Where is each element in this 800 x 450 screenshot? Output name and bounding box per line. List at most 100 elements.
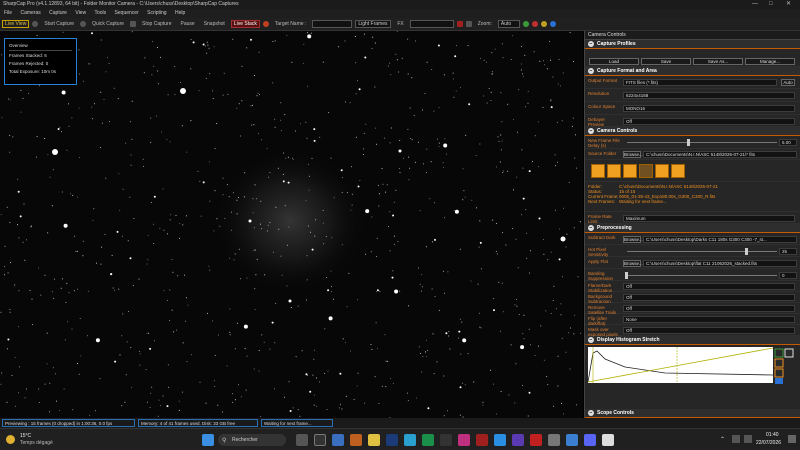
live-stack-button[interactable]: Live Stack — [230, 20, 260, 28]
menu-capture[interactable]: Capture — [49, 10, 67, 16]
app-icon-9[interactable] — [566, 434, 578, 446]
pin-icon[interactable] — [549, 21, 556, 27]
discord-icon[interactable] — [584, 434, 596, 446]
save-as-button[interactable]: Save As... — [693, 58, 743, 65]
background-select[interactable]: Off — [623, 294, 795, 301]
stop-capture-button[interactable]: Stop Capture — [139, 20, 174, 28]
load-button[interactable]: Load — [589, 58, 639, 65]
banding-slider[interactable] — [627, 275, 777, 276]
temperature[interactable]: 15°C — [20, 433, 31, 439]
save-button[interactable]: Save — [641, 58, 691, 65]
tray-chevron-icon[interactable]: ⌃ — [720, 436, 725, 443]
auto-stretch-icon[interactable] — [774, 358, 784, 368]
camera-controls-header[interactable]: − Camera Controls — [585, 127, 800, 136]
source-folder-input[interactable]: C:\chuss\Documents\N.I.N\ASC 5148\2026-0… — [643, 151, 797, 158]
clock-time[interactable]: 01:40 — [766, 432, 779, 438]
fx-select[interactable] — [409, 20, 454, 28]
menu-file[interactable]: File — [4, 10, 12, 16]
menu-sequencer[interactable]: Sequencer — [115, 10, 139, 16]
flat-dark-select[interactable]: Off — [623, 283, 795, 290]
quick-capture-button[interactable]: Quick Capture — [89, 20, 127, 28]
apply-flat-browse-button[interactable]: Browse... — [623, 260, 643, 267]
app-icon-5[interactable] — [476, 434, 488, 446]
mask-select[interactable]: Off — [623, 327, 795, 334]
color-icon[interactable] — [531, 21, 538, 27]
edge-icon[interactable] — [422, 434, 434, 446]
auto-button[interactable]: Auto — [781, 79, 795, 86]
menu-scripting[interactable]: Scripting — [147, 10, 166, 16]
menu-view[interactable]: View — [75, 10, 86, 16]
histogram-chart[interactable] — [585, 345, 800, 387]
manage-button[interactable]: Manage... — [745, 58, 795, 65]
app-icon-2[interactable] — [404, 434, 416, 446]
start-capture-button[interactable]: Start Capture — [41, 20, 77, 28]
app-icon-4[interactable] — [458, 434, 470, 446]
reticle-icon[interactable] — [456, 21, 463, 27]
debayer-select[interactable]: Off — [623, 118, 795, 125]
snapshot-button[interactable]: Snapshot — [201, 20, 228, 28]
hot-pixel-value[interactable]: 25 — [779, 248, 797, 255]
preprocessing-header[interactable]: − Preprocessing — [585, 224, 800, 233]
capture-format-header[interactable]: − Capture Format and Area — [585, 67, 800, 76]
pause-button[interactable]: Pause — [178, 20, 198, 28]
delay-slider-thumb[interactable] — [687, 139, 690, 146]
search-box[interactable]: Rechercher — [218, 434, 286, 446]
menu-tools[interactable]: Tools — [94, 10, 106, 16]
reset-icon[interactable] — [784, 348, 794, 358]
app-icon-1[interactable] — [350, 434, 362, 446]
satellite-select[interactable]: Off — [623, 305, 795, 312]
play-icon[interactable] — [655, 164, 669, 178]
app-icon-7[interactable] — [512, 434, 524, 446]
scope-controls-header[interactable]: − Scope Controls — [585, 409, 800, 418]
apply-flat-input[interactable]: C:\Users\chuss\Desktop\flat C11 21062026… — [643, 260, 797, 267]
settings-icon[interactable] — [774, 368, 784, 378]
hot-pixel-thumb[interactable] — [745, 248, 748, 255]
hot-pixel-slider[interactable] — [627, 251, 777, 252]
sharpcap-icon[interactable] — [548, 434, 560, 446]
replay-icon[interactable] — [639, 164, 653, 178]
file-explorer-icon[interactable] — [368, 434, 380, 446]
subtract-dark-browse-button[interactable]: Browse... — [623, 236, 643, 243]
widgets-icon[interactable] — [296, 434, 308, 446]
zoom-select[interactable]: Auto — [497, 20, 520, 28]
close-icon[interactable]: ✕ — [786, 0, 791, 9]
histogram-icon[interactable] — [522, 21, 529, 27]
rewind-icon[interactable] — [591, 164, 605, 178]
subtract-dark-input[interactable]: C:\Users\chuss\Desktop\Darks C11 180s G3… — [643, 236, 797, 243]
browse-button[interactable]: Browse... — [623, 151, 643, 158]
previous-icon[interactable] — [607, 164, 621, 178]
delay-slider-track[interactable] — [627, 142, 777, 143]
histogram-header[interactable]: − Display Histogram Stretch — [585, 336, 800, 345]
weather-text[interactable]: Temps dégagé — [20, 440, 53, 446]
task-view-icon[interactable] — [314, 434, 326, 446]
focus-icon[interactable] — [465, 21, 472, 27]
output-format-select[interactable]: FITS files (*.fits) — [623, 79, 777, 86]
volume-icon[interactable] — [744, 435, 752, 443]
start-icon[interactable] — [202, 434, 214, 446]
image-viewer[interactable] — [0, 31, 583, 418]
teams-icon[interactable] — [332, 434, 344, 446]
photoshop-icon[interactable] — [386, 434, 398, 446]
app-icon-3[interactable] — [440, 434, 452, 446]
frame-type-select[interactable]: Light Frames — [355, 20, 392, 28]
banding-value[interactable]: 0 — [779, 272, 797, 279]
maximize-icon[interactable]: □ — [769, 0, 773, 9]
pause-icon[interactable] — [623, 164, 637, 178]
flip-select[interactable]: None — [623, 316, 795, 323]
live-view-button[interactable]: Live View — [2, 20, 30, 28]
network-icon[interactable] — [732, 435, 740, 443]
weather-icon[interactable] — [6, 435, 15, 444]
fast-forward-icon[interactable] — [671, 164, 685, 178]
save-icon[interactable] — [775, 378, 783, 384]
app-icon-10[interactable] — [602, 434, 614, 446]
stretch-icon[interactable] — [774, 348, 784, 358]
gear-icon[interactable] — [540, 21, 547, 27]
menu-help[interactable]: Help — [175, 10, 185, 16]
resolution-select[interactable]: 6224x4168 — [623, 92, 795, 99]
minimize-icon[interactable]: — — [752, 0, 758, 9]
menu-cameras[interactable]: Cameras — [20, 10, 40, 16]
clock-date[interactable]: 22/07/2026 — [756, 440, 781, 446]
capture-profiles-header[interactable]: − Capture Profiles — [585, 40, 800, 49]
notification-icon[interactable] — [788, 435, 796, 443]
app-icon-6[interactable] — [494, 434, 506, 446]
